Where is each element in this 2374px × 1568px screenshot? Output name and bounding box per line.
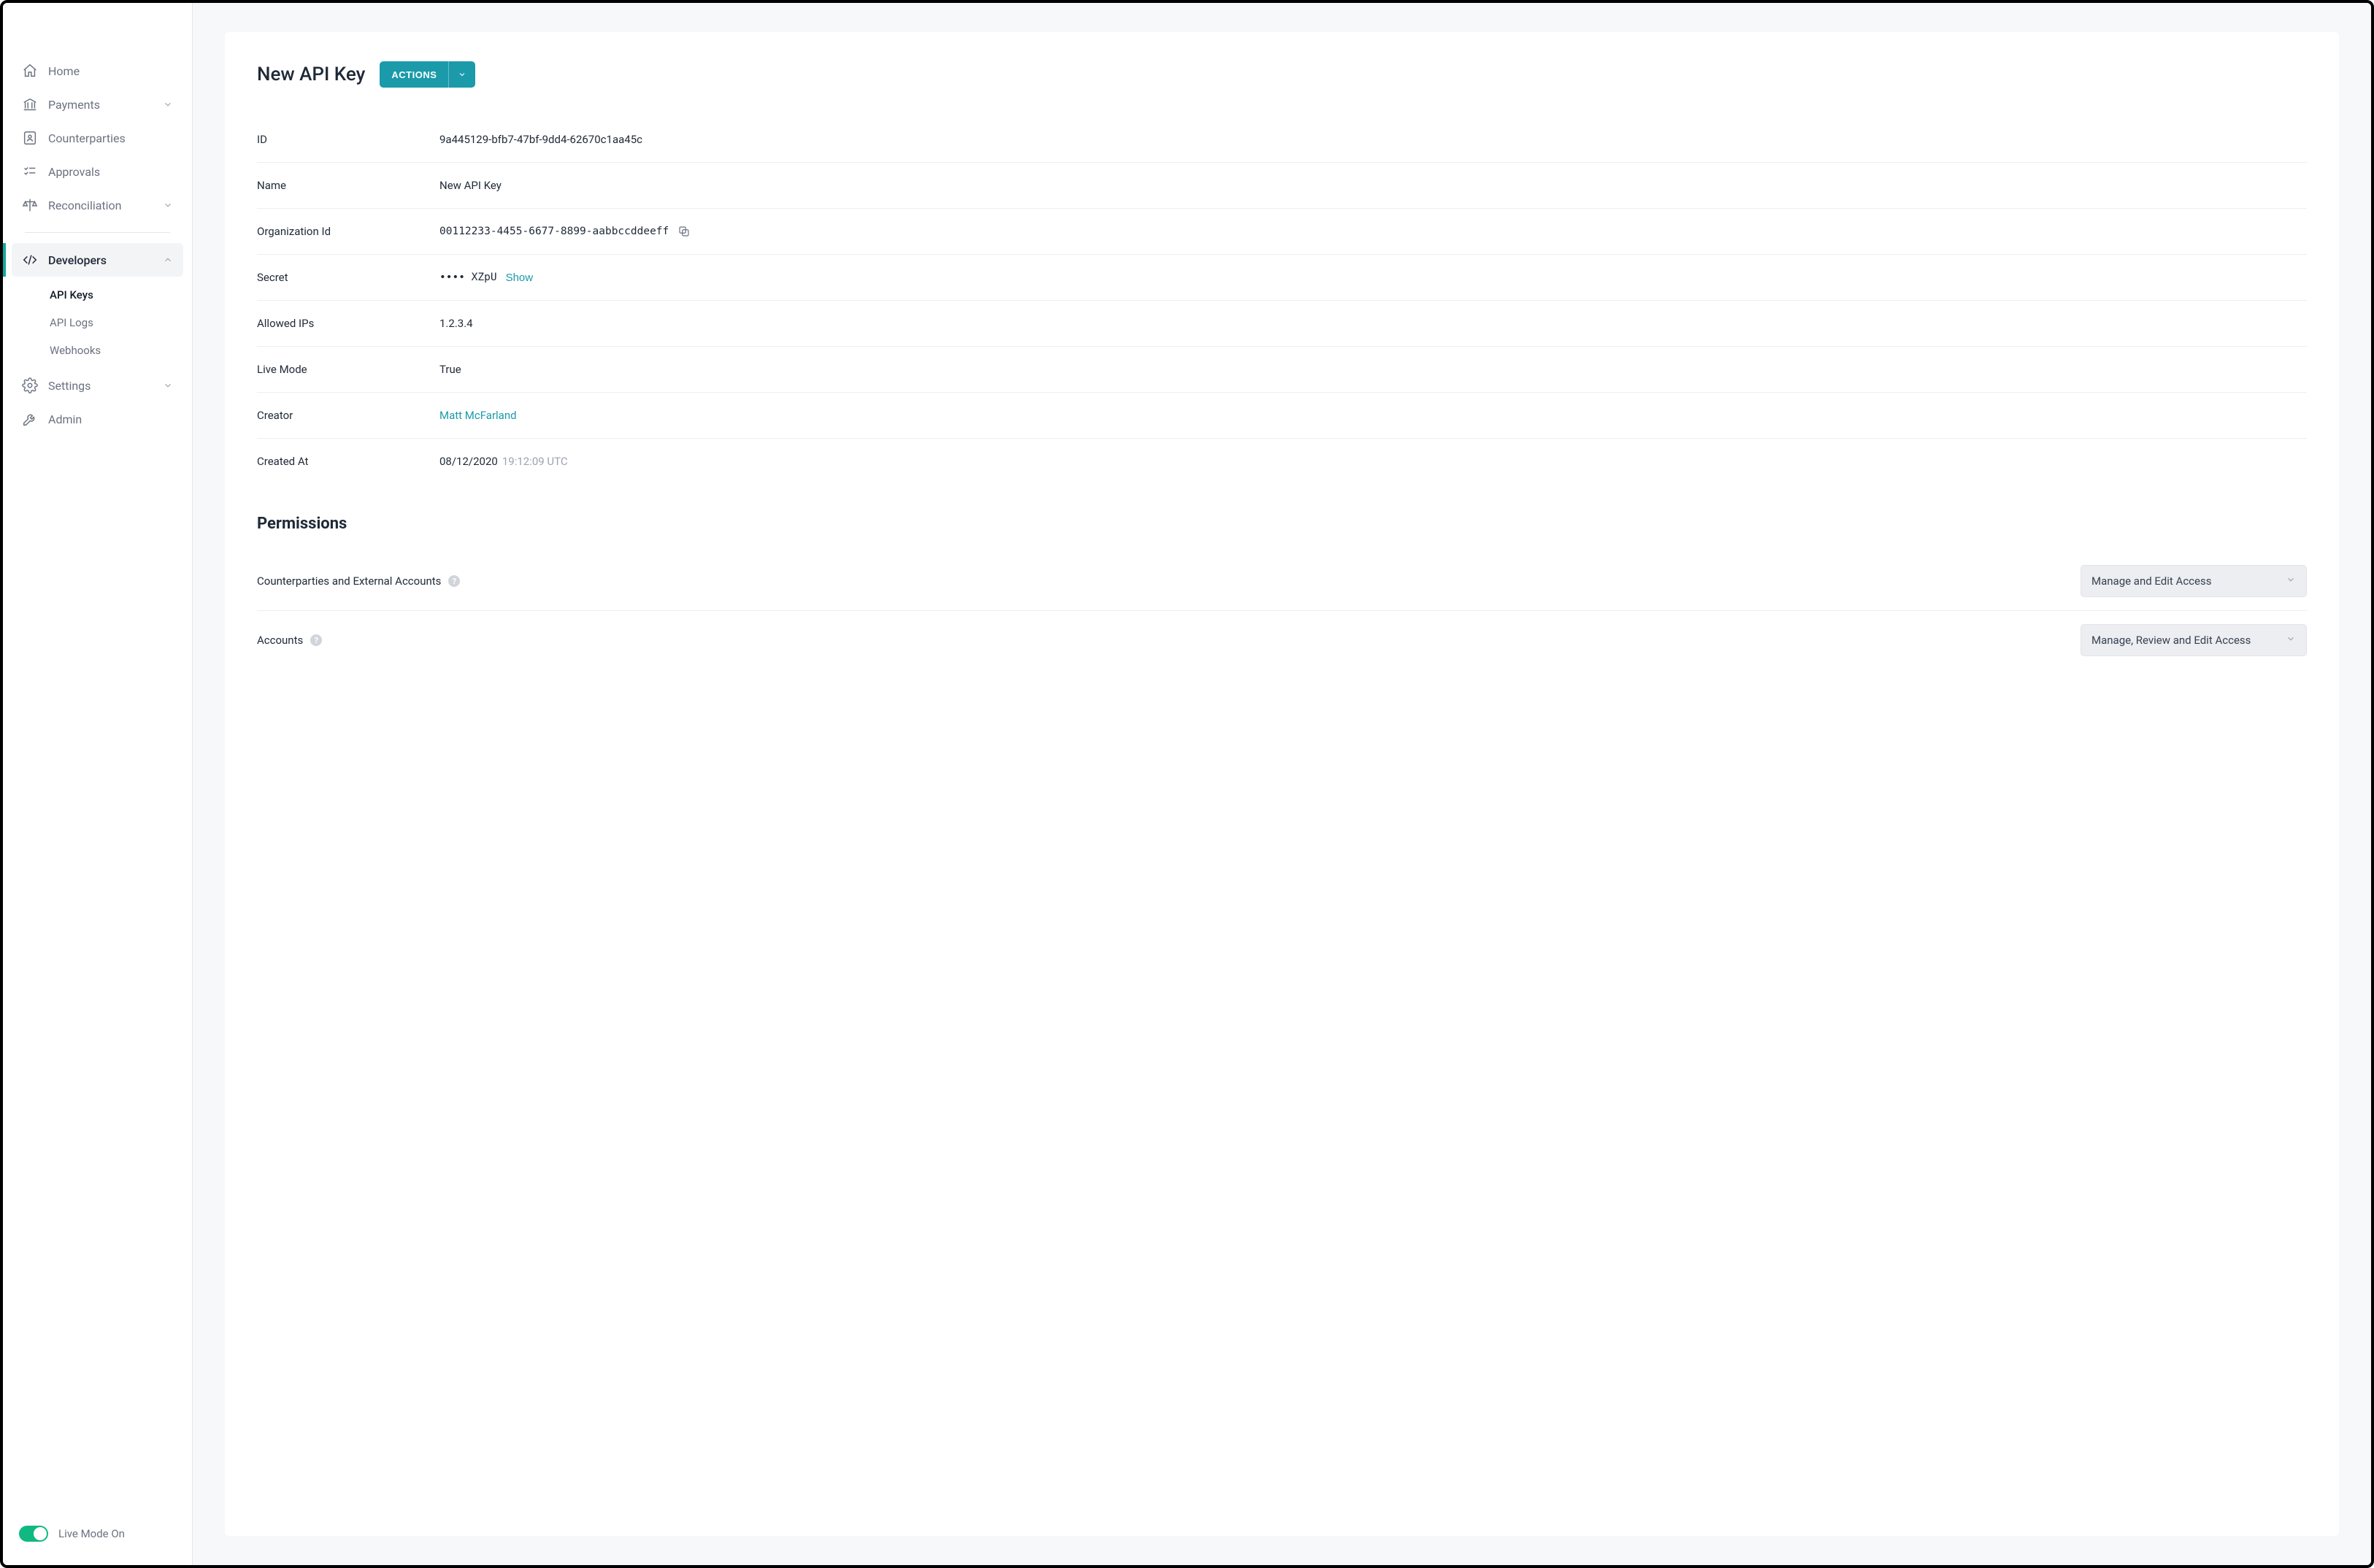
checklist-icon <box>22 164 38 180</box>
chevron-down-icon <box>163 99 173 109</box>
sidebar-item-counterparties[interactable]: Counterparties <box>12 121 183 155</box>
home-icon <box>22 63 38 79</box>
sidebar-item-settings[interactable]: Settings <box>12 369 183 402</box>
developers-subnav: API Keys API Logs Webhooks <box>12 277 183 369</box>
label-creator: Creator <box>257 409 439 422</box>
value-created-at: 08/12/2020 19:12:09 UTC <box>439 455 2307 468</box>
sidebar-item-label: Settings <box>48 379 153 393</box>
chevron-down-icon <box>163 380 173 391</box>
row-creator: Creator Matt McFarland <box>257 393 2307 439</box>
subnav-webhooks[interactable]: Webhooks <box>50 337 183 364</box>
divider <box>25 232 170 233</box>
value-secret: •••• XZpU Show <box>439 272 2307 284</box>
row-name: Name New API Key <box>257 163 2307 209</box>
help-icon[interactable]: ? <box>448 575 460 587</box>
sidebar-item-label: Reconciliation <box>48 199 153 212</box>
perm-label: Counterparties and External Accounts <box>257 574 441 588</box>
sidebar-item-label: Developers <box>48 253 153 267</box>
live-mode-label: Live Mode On <box>58 1527 125 1540</box>
sidebar-item-reconciliation[interactable]: Reconciliation <box>12 188 183 222</box>
content-card: New API Key ACTIONS ID 9a445129-bfb7-47b… <box>225 32 2339 1536</box>
contact-icon <box>22 130 38 146</box>
sidebar-item-label: Counterparties <box>48 131 173 145</box>
permissions-title: Permissions <box>257 515 2307 533</box>
value-name: New API Key <box>439 179 2307 192</box>
org-id-text: 00112233-4455-6677-8899-aabbccddeeff <box>439 226 669 237</box>
perm-select-value: Manage and Edit Access <box>2091 574 2211 588</box>
perm-select-accounts[interactable]: Manage, Review and Edit Access <box>2081 624 2307 656</box>
actions-button[interactable]: ACTIONS <box>380 61 475 88</box>
label-created-at: Created At <box>257 455 439 468</box>
perm-row-counterparties: Counterparties and External Accounts ? M… <box>257 552 2307 611</box>
bank-icon <box>22 96 38 112</box>
sidebar-item-label: Admin <box>48 412 173 426</box>
created-date: 08/12/2020 <box>439 455 498 468</box>
gear-icon <box>22 377 38 393</box>
perm-label: Accounts <box>257 634 303 647</box>
subnav-api-keys[interactable]: API Keys <box>50 281 183 309</box>
created-time: 19:12:09 UTC <box>502 455 568 468</box>
sidebar-item-label: Approvals <box>48 165 173 179</box>
show-secret-link[interactable]: Show <box>506 272 534 284</box>
scale-icon <box>22 197 38 213</box>
label-secret: Secret <box>257 271 439 284</box>
row-id: ID 9a445129-bfb7-47bf-9dd4-62670c1aa45c <box>257 117 2307 163</box>
label-name: Name <box>257 179 439 192</box>
perm-row-accounts: Accounts ? Manage, Review and Edit Acces… <box>257 611 2307 669</box>
row-organization-id: Organization Id 00112233-4455-6677-8899-… <box>257 209 2307 255</box>
page-title: New API Key <box>257 64 365 85</box>
sidebar-item-developers[interactable]: Developers <box>12 243 183 277</box>
sidebar-item-admin[interactable]: Admin <box>12 402 183 436</box>
value-organization-id: 00112233-4455-6677-8899-aabbccddeeff <box>439 225 2307 238</box>
chevron-up-icon <box>163 255 173 265</box>
secret-masked: •••• XZpU <box>439 272 497 283</box>
sidebar-item-home[interactable]: Home <box>12 54 183 88</box>
chevron-down-icon <box>2286 634 2296 647</box>
sidebar-item-label: Home <box>48 64 173 78</box>
label-allowed-ips: Allowed IPs <box>257 317 439 330</box>
sidebar-item-label: Payments <box>48 98 153 112</box>
row-allowed-ips: Allowed IPs 1.2.3.4 <box>257 301 2307 347</box>
label-live-mode: Live Mode <box>257 363 439 376</box>
sidebar-item-approvals[interactable]: Approvals <box>12 155 183 188</box>
perm-select-counterparties[interactable]: Manage and Edit Access <box>2081 565 2307 597</box>
live-mode-footer: Live Mode On <box>3 1508 192 1565</box>
sidebar: Home Payments Counterparties <box>3 3 193 1565</box>
row-secret: Secret •••• XZpU Show <box>257 255 2307 301</box>
row-created-at: Created At 08/12/2020 19:12:09 UTC <box>257 439 2307 484</box>
chevron-down-icon <box>2286 574 2296 588</box>
help-icon[interactable]: ? <box>310 634 322 646</box>
copy-icon[interactable] <box>677 225 691 238</box>
code-icon <box>22 252 38 268</box>
label-organization-id: Organization Id <box>257 225 439 238</box>
perm-select-value: Manage, Review and Edit Access <box>2091 634 2251 647</box>
label-id: ID <box>257 133 439 146</box>
chevron-down-icon <box>448 61 475 88</box>
live-mode-toggle[interactable] <box>19 1526 48 1542</box>
wrench-icon <box>22 411 38 427</box>
actions-button-label: ACTIONS <box>380 69 448 80</box>
chevron-down-icon <box>163 200 173 210</box>
sidebar-item-payments[interactable]: Payments <box>12 88 183 121</box>
value-id: 9a445129-bfb7-47bf-9dd4-62670c1aa45c <box>439 133 2307 146</box>
value-allowed-ips: 1.2.3.4 <box>439 317 2307 330</box>
row-live-mode: Live Mode True <box>257 347 2307 393</box>
value-live-mode: True <box>439 363 2307 376</box>
creator-link[interactable]: Matt McFarland <box>439 409 517 422</box>
main: New API Key ACTIONS ID 9a445129-bfb7-47b… <box>193 3 2371 1565</box>
subnav-api-logs[interactable]: API Logs <box>50 309 183 337</box>
